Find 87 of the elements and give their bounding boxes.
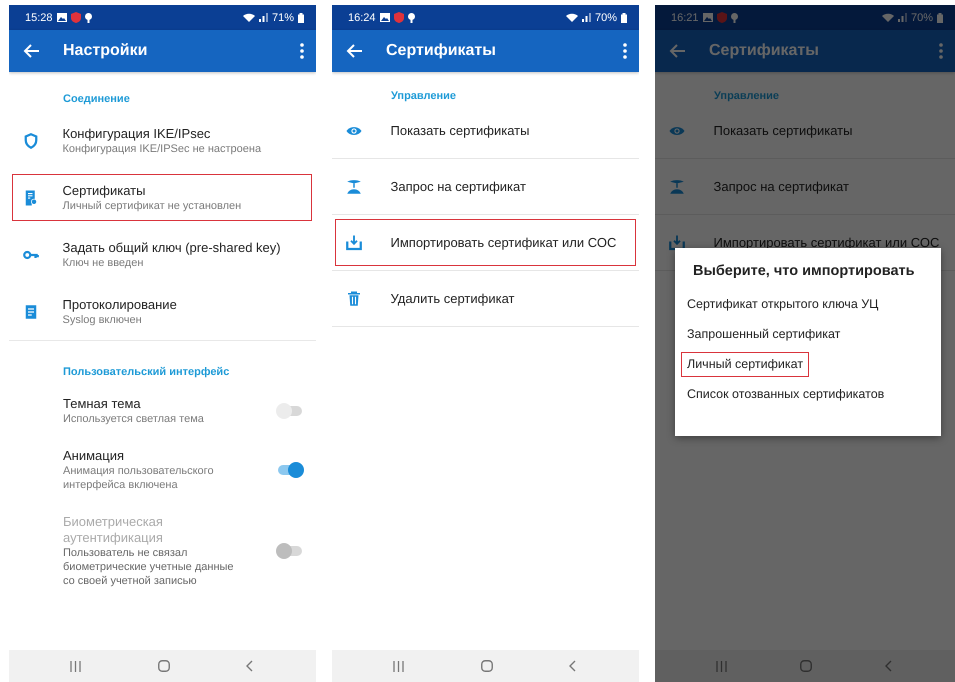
item-title: Показать сертификаты	[390, 122, 530, 138]
home-icon[interactable]	[480, 660, 492, 672]
bulb-icon	[730, 12, 738, 22]
gallery-icon	[56, 13, 67, 22]
gallery-icon	[702, 13, 713, 22]
settings-item[interactable]: Задать общий ключ (pre-shared key) Ключ не введен	[12, 231, 312, 278]
shield-badge-icon	[70, 12, 81, 23]
settings-item[interactable]: Показать сертификаты	[335, 107, 636, 154]
item-title: Анимация	[63, 448, 126, 464]
shield-badge-icon	[394, 12, 404, 23]
screen-title: Настройки	[63, 42, 148, 60]
back-icon[interactable]	[246, 660, 253, 672]
dialog-title: Выберите, что импортировать	[692, 262, 916, 281]
item-subtitle: Анимация пользовательского интерфейса включена	[63, 464, 215, 492]
battery-percent: 70%	[594, 12, 617, 24]
dialog-option[interactable]: Запрошенный сертификат	[681, 322, 846, 347]
status-time: 16:24	[348, 12, 376, 24]
item-title: Конфигурация IKE/IPsec	[62, 126, 212, 142]
home-icon[interactable]	[800, 660, 812, 672]
settings-item[interactable]: Протоколирование Syslog включен	[12, 288, 312, 335]
item-subtitle: Пользователь не связал биометрические учетные данные со своей учетной записью	[63, 546, 235, 588]
item-subtitle: Личный сертификат не установлен	[62, 198, 242, 212]
signal-icon	[582, 13, 591, 22]
item-title: Темная тема	[63, 396, 142, 412]
wifi-icon	[242, 13, 255, 22]
bulb-icon	[408, 12, 415, 22]
menu-icon[interactable]	[939, 43, 943, 59]
settings-item[interactable]: Сертификаты Личный сертификат не установлен	[12, 174, 312, 221]
section-header: Пользовательский интерфейс	[62, 365, 230, 380]
back-icon[interactable]	[885, 660, 892, 672]
shield-badge-icon	[716, 12, 727, 23]
item-title: Показать сертификаты	[714, 122, 852, 138]
item-title: Запрос на сертификат	[714, 178, 849, 194]
shield-icon	[22, 132, 40, 150]
item-title: Удалить сертификат	[390, 290, 514, 306]
settings-item[interactable]: Удалить сертификат	[335, 275, 636, 322]
signal-icon	[258, 13, 268, 22]
recent-apps-icon[interactable]	[393, 660, 404, 672]
trash-icon	[345, 290, 363, 308]
toggle-switch[interactable]	[278, 465, 302, 475]
status-time: 15:28	[25, 12, 53, 24]
screen-title: Сертификаты	[709, 42, 820, 60]
settings-item[interactable]: Импортировать сертификат или СОС	[335, 219, 636, 266]
bulb-icon	[84, 12, 92, 22]
battery-percent: 70%	[910, 12, 933, 24]
back-arrow-icon[interactable]	[669, 44, 685, 58]
hill-icon	[668, 178, 686, 196]
back-arrow-icon[interactable]	[23, 44, 39, 58]
battery-icon	[621, 12, 627, 22]
item-subtitle: Syslog включен	[62, 312, 143, 326]
settings-item[interactable]: Запрос на сертификат	[335, 163, 636, 210]
wifi-icon	[882, 13, 894, 22]
dialog-option[interactable]: Список отозванных сертификатов	[681, 382, 890, 407]
status-time: 16:21	[671, 12, 699, 24]
recent-apps-icon[interactable]	[70, 660, 81, 672]
dialog-option[interactable]: Личный сертификат	[681, 352, 810, 377]
battery-icon	[298, 12, 304, 22]
menu-icon[interactable]	[623, 43, 627, 59]
menu-icon[interactable]	[300, 43, 304, 59]
wifi-icon	[566, 13, 578, 22]
screen-title: Сертификаты	[386, 42, 497, 60]
item-subtitle: Конфигурация IKE/IPSec не настроена	[62, 142, 262, 156]
item-title: Сертификаты	[62, 182, 146, 198]
item-title: Протоколирование	[62, 296, 177, 312]
item-subtitle: Ключ не введен	[62, 256, 144, 270]
dialog-option[interactable]: Сертификат открытого ключа УЦ	[681, 292, 884, 317]
section-header: Управление	[390, 89, 458, 103]
battery-icon	[937, 12, 943, 22]
settings-item[interactable]: Конфигурация IKE/IPsec Конфигурация IKE/IPSec не настроена	[12, 117, 312, 164]
item-title: Запрос на сертификат	[390, 178, 526, 194]
item-subtitle: Используется светлая тема	[63, 412, 205, 426]
back-arrow-icon[interactable]	[346, 44, 362, 58]
item-title: Биометрическая аутентификация	[63, 514, 164, 546]
gallery-icon	[380, 13, 390, 22]
section-header: Соединение	[62, 92, 131, 107]
item-title: Импортировать сертификат или СОС	[714, 234, 940, 250]
item-title: Импортировать сертификат или СОС	[390, 234, 616, 250]
download-tray-icon	[668, 234, 686, 252]
item-title: Задать общий ключ (pre-shared key)	[62, 240, 281, 256]
toggle-switch[interactable]	[278, 406, 302, 416]
hill-icon	[345, 178, 363, 196]
back-icon[interactable]	[569, 660, 576, 672]
recent-apps-icon[interactable]	[716, 660, 727, 672]
battery-percent: 71%	[272, 12, 294, 24]
download-tray-icon	[345, 234, 363, 252]
section-header: Управление	[713, 89, 780, 103]
home-icon[interactable]	[158, 660, 170, 672]
